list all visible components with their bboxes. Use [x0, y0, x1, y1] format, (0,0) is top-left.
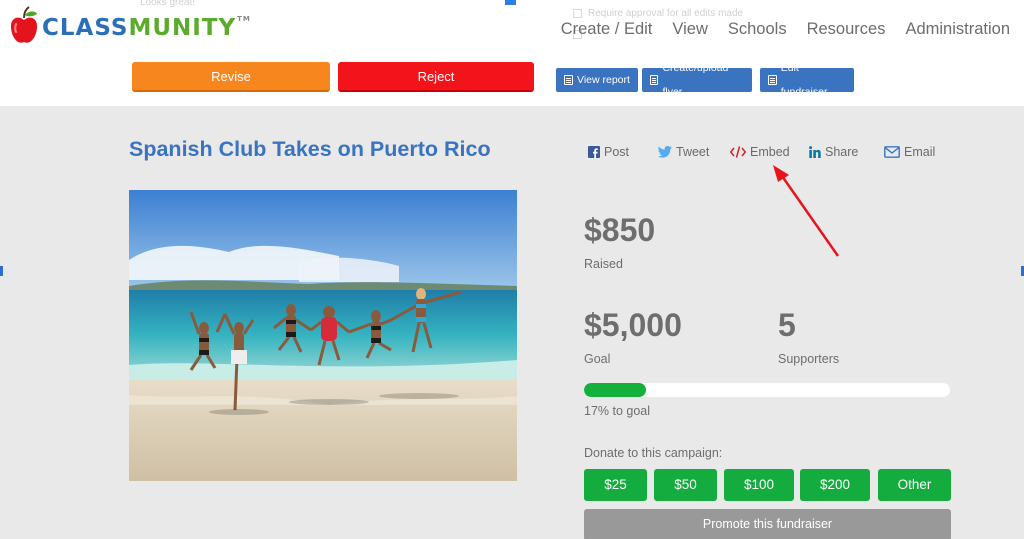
share-label: Share [825, 145, 859, 159]
progress-fill [584, 383, 647, 397]
document-icon [650, 75, 659, 85]
view-report-label: View report [577, 74, 630, 86]
top-header: Looks great! Require approval for all ed… [0, 0, 1024, 106]
supporters-count: 5 [778, 307, 796, 343]
twitter-icon [658, 146, 672, 158]
email-link[interactable]: Email [884, 145, 935, 159]
campaign-title: Spanish Club Takes on Puerto Rico [129, 137, 491, 161]
left-edge-marker [0, 266, 3, 276]
promote-fundraiser-button[interactable]: Promote this fundraiser [584, 509, 951, 539]
ghost-approval-text: Require approval for all edits made [588, 8, 744, 19]
facebook-post-link[interactable]: Post [588, 145, 629, 159]
email-label: Email [904, 145, 936, 159]
donate-heading: Donate to this campaign: [584, 446, 723, 460]
raised-amount: $850 [584, 212, 656, 248]
nav-view[interactable]: View [672, 20, 707, 39]
revise-button[interactable]: Revise [132, 62, 330, 92]
donate-50-button[interactable]: $50 [654, 469, 717, 501]
nav-resources[interactable]: Resources [807, 20, 886, 39]
goal-amount: $5,000 [584, 307, 682, 343]
nav-create-edit[interactable]: Create / Edit [561, 20, 653, 39]
nav-schools[interactable]: Schools [728, 20, 787, 39]
create-flyer-button[interactable]: Create/upload flyer [642, 62, 752, 98]
view-report-button[interactable]: View report [556, 68, 638, 92]
code-embed-icon [730, 146, 746, 158]
beach-photo-image [129, 190, 517, 481]
goal-label: Goal [584, 352, 611, 366]
main-nav: Create / Edit View Schools Resources Adm… [541, 20, 1010, 39]
ghost-blue-corner [505, 0, 516, 5]
donate-25-button[interactable]: $25 [584, 469, 647, 501]
edit-icon [768, 75, 777, 85]
logo-wordmark: CLASSMUNITYTM [42, 15, 251, 41]
donate-100-button[interactable]: $100 [724, 469, 794, 501]
reject-button[interactable]: Reject [338, 62, 534, 92]
edit-fundraiser-label: Edit fundraiser [780, 62, 828, 98]
report-icon [564, 75, 573, 85]
linkedin-icon [809, 146, 821, 158]
supporters-label: Supporters [778, 352, 840, 366]
goal-progress-bar [584, 383, 950, 397]
create-flyer-label: Create/upload flyer [662, 62, 729, 98]
embed-link[interactable]: Embed [730, 145, 790, 159]
share-bar: Post Tweet Embed Share Email [588, 145, 948, 161]
donate-200-button[interactable]: $200 [800, 469, 870, 501]
linkedin-share-link[interactable]: Share [809, 145, 858, 159]
embed-label: Embed [750, 145, 790, 159]
classmunity-logo[interactable]: CLASSMUNITYTM [8, 6, 251, 46]
donate-other-button[interactable]: Other [878, 469, 951, 501]
twitter-tweet-link[interactable]: Tweet [658, 145, 709, 159]
tweet-label: Tweet [676, 145, 710, 159]
raised-label: Raised [584, 257, 623, 271]
post-label: Post [604, 145, 630, 159]
campaign-photo [129, 190, 517, 481]
ghost-checkbox [573, 9, 582, 18]
apple-logo-icon [10, 6, 38, 43]
nav-administration[interactable]: Administration [905, 20, 1010, 39]
edit-fundraiser-button[interactable]: Edit fundraiser [760, 62, 854, 98]
progress-label: 17% to goal [584, 404, 651, 418]
envelope-icon [884, 146, 900, 158]
facebook-icon [588, 146, 600, 158]
